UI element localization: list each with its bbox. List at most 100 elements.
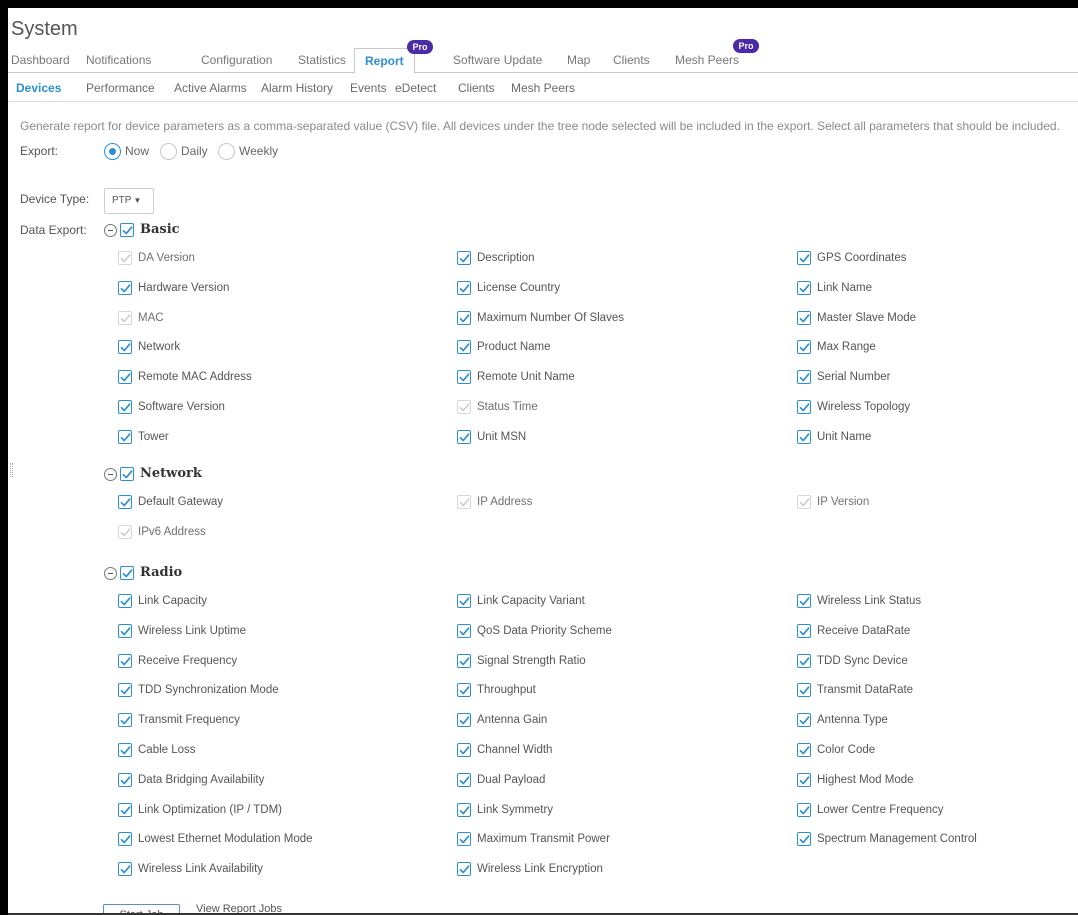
- collapse-radio-icon[interactable]: [104, 567, 117, 580]
- checkbox-product-name[interactable]: [457, 340, 471, 355]
- checkbox-signal-strength-ratio[interactable]: [457, 653, 471, 668]
- group-basic-checkbox[interactable]: [120, 223, 134, 237]
- export-option-daily[interactable]: Daily: [160, 142, 208, 160]
- checkbox-wireless-link-availability[interactable]: [118, 862, 132, 877]
- checkbox-wireless-link-status[interactable]: [797, 594, 811, 608]
- checkbox-software-version[interactable]: [118, 400, 132, 414]
- resize-handle[interactable]: [10, 463, 13, 477]
- collapse-basic-icon[interactable]: [104, 224, 117, 237]
- checkbox-unit-name[interactable]: [797, 429, 811, 444]
- checkbox-spectrum-management-control[interactable]: [797, 832, 811, 847]
- checkbox-label: Wireless Topology: [817, 401, 911, 413]
- checkbox-max-range[interactable]: [797, 340, 811, 355]
- checkbox-wireless-topology[interactable]: [797, 400, 811, 414]
- group-radio-checkbox[interactable]: [120, 566, 134, 580]
- group-title-radio: Radio: [140, 565, 183, 580]
- checkbox-label: Link Symmetry: [477, 803, 554, 816]
- checkbox-channel-width[interactable]: [457, 743, 471, 757]
- radio-button[interactable]: [160, 142, 177, 160]
- checkbox-tdd-synchronization-mode[interactable]: [118, 683, 132, 698]
- checkbox-label: Master Slave Mode: [817, 311, 917, 324]
- checkbox-network[interactable]: [118, 340, 132, 355]
- checkbox-highest-mod-mode[interactable]: [797, 772, 811, 787]
- checkbox-label: Receive Frequency: [138, 654, 238, 667]
- checkbox-license-country[interactable]: [457, 280, 471, 295]
- tab-label: Configuration: [201, 53, 273, 67]
- tab-report[interactable]: Report Pro: [354, 40, 433, 74]
- checkbox-cable-loss[interactable]: [118, 743, 132, 757]
- radio-button[interactable]: [104, 142, 121, 160]
- checkbox-receive-frequency[interactable]: [118, 653, 132, 668]
- checkbox-transmit-datarate[interactable]: [797, 683, 811, 698]
- checkbox-da-version: [118, 251, 132, 265]
- checkbox-gps-coordinates[interactable]: [797, 251, 811, 265]
- checkbox-color-code[interactable]: [797, 743, 811, 757]
- checkbox-antenna-gain[interactable]: [457, 713, 471, 728]
- checkbox-link-optimization-ip-tdm[interactable]: [118, 802, 132, 817]
- checkbox-dual-payload[interactable]: [457, 772, 471, 787]
- checkbox-label: Wireless Link Availability: [138, 863, 264, 876]
- checkbox-link-capacity[interactable]: [118, 594, 132, 608]
- checkbox-description[interactable]: [457, 251, 471, 265]
- checkbox-lowest-ethernet-modulation-mode[interactable]: [118, 832, 132, 847]
- checkbox-throughput[interactable]: [457, 683, 471, 698]
- tab-mesh-peers[interactable]: Mesh Peers Pro: [675, 39, 759, 73]
- checkbox-qos-data-priority-scheme[interactable]: [457, 623, 471, 638]
- collapse-network-icon[interactable]: [104, 468, 117, 481]
- checkbox-antenna-type[interactable]: [797, 713, 811, 728]
- subtab-performance[interactable]: Performance: [86, 81, 155, 95]
- checkbox-label: Receive DataRate: [817, 624, 911, 637]
- checkbox-master-slave-mode[interactable]: [797, 310, 811, 325]
- checkbox-label: GPS Coordinates: [817, 252, 907, 264]
- checkbox-receive-datarate[interactable]: [797, 623, 811, 638]
- subtab-edetect[interactable]: eDetect: [395, 81, 436, 95]
- checkbox-label: Transmit DataRate: [817, 684, 914, 697]
- tab-notifications[interactable]: Notifications: [86, 48, 151, 73]
- checkbox-maximum-number-of-slaves[interactable]: [457, 310, 471, 325]
- checkbox-serial-number[interactable]: [797, 370, 811, 385]
- checkbox-label: Serial Number: [817, 371, 891, 384]
- tab-configuration[interactable]: Configuration: [201, 48, 272, 73]
- checkbox-tower[interactable]: [118, 429, 132, 444]
- checkbox-label: DA Version: [138, 252, 195, 264]
- subtab-mesh-peers[interactable]: Mesh Peers: [511, 81, 575, 95]
- tab-dashboard[interactable]: Dashboard: [11, 48, 70, 73]
- device-type-select[interactable]: PTP ▼: [104, 188, 154, 214]
- export-option-weekly[interactable]: Weekly: [218, 142, 278, 160]
- checkbox-label: Default Gateway: [138, 496, 224, 508]
- group-network-checkbox[interactable]: [120, 467, 134, 481]
- export-option-now[interactable]: Now: [104, 142, 149, 160]
- tab-statistics[interactable]: Statistics: [298, 48, 346, 73]
- tab-clients[interactable]: Clients: [613, 48, 650, 73]
- tab-map[interactable]: Map: [567, 48, 590, 73]
- checkbox-link-capacity-variant[interactable]: [457, 594, 471, 608]
- checkbox-hardware-version[interactable]: [118, 280, 132, 295]
- checkbox-maximum-transmit-power[interactable]: [457, 832, 471, 847]
- checkbox-label: MAC: [138, 311, 164, 324]
- checkbox-remote-mac-address[interactable]: [118, 370, 132, 385]
- subtab-events[interactable]: Events: [350, 81, 387, 95]
- checkbox-wireless-link-encryption[interactable]: [457, 862, 471, 877]
- subtab-devices[interactable]: Devices: [16, 81, 61, 95]
- subtab-alarm-history[interactable]: Alarm History: [261, 81, 333, 95]
- checkbox-tdd-sync-device[interactable]: [797, 653, 811, 668]
- subtab-active-alarms[interactable]: Active Alarms: [174, 81, 247, 95]
- checkbox-transmit-frequency[interactable]: [118, 713, 132, 728]
- checkbox-label: Lowest Ethernet Modulation Mode: [138, 833, 313, 846]
- checkbox-wireless-link-uptime[interactable]: [118, 623, 132, 638]
- tab-label: Dashboard: [11, 53, 70, 67]
- checkbox-unit-msn[interactable]: [457, 429, 471, 444]
- subtab-clients[interactable]: Clients: [458, 81, 495, 95]
- checkbox-label: TDD Sync Device: [817, 654, 908, 667]
- checkbox-data-bridging-availability[interactable]: [118, 772, 132, 787]
- checkbox-lower-centre-frequency[interactable]: [797, 802, 811, 817]
- checkbox-link-symmetry[interactable]: [457, 802, 471, 817]
- radio-button[interactable]: [218, 142, 235, 160]
- tab-label: Report: [365, 54, 404, 68]
- checkbox-link-name[interactable]: [797, 280, 811, 295]
- tab-software-update[interactable]: Software Update: [453, 48, 542, 73]
- checkbox-label: License Country: [477, 281, 561, 294]
- checkbox-remote-unit-name[interactable]: [457, 370, 471, 385]
- checkbox-default-gateway[interactable]: [118, 495, 132, 509]
- checkbox-status-time: [457, 400, 471, 414]
